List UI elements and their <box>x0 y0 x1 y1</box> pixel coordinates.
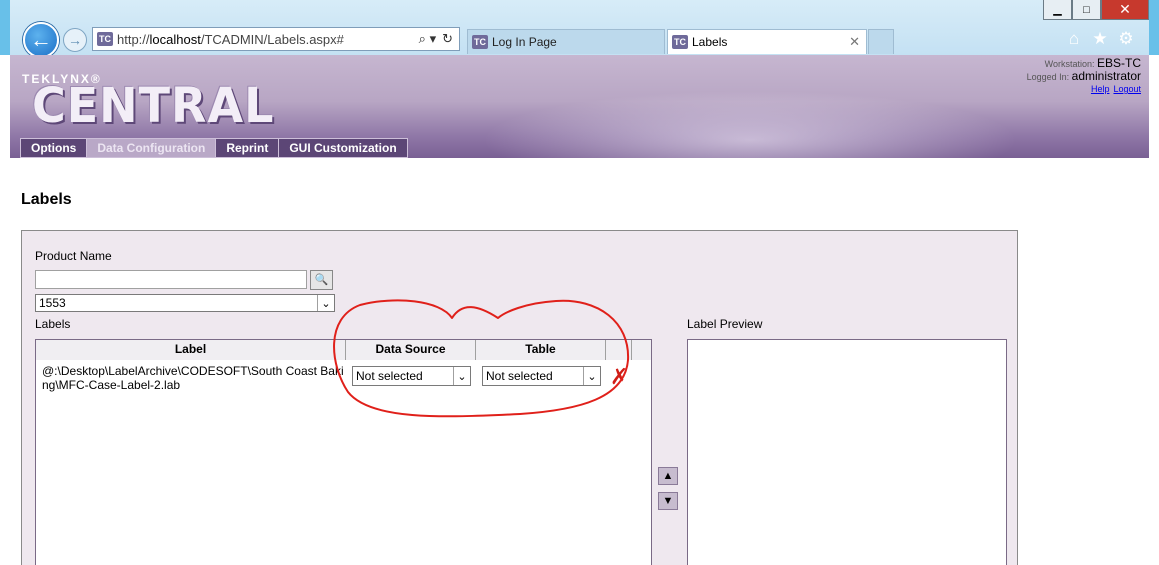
tab-labels[interactable]: TC Labels ✕ <box>667 29 867 54</box>
column-header-data-source: Data Source <box>346 340 476 360</box>
search-icon[interactable]: 🔍 <box>310 270 333 290</box>
address-url[interactable]: http://localhost/TCADMIN/Labels.aspx# <box>117 32 419 47</box>
header-banner: TEKLYNX® CENTRAL Workstation: EBS-TC Log… <box>10 55 1149 158</box>
star-icon[interactable]: ★ <box>1091 29 1109 49</box>
menu-reprint[interactable]: Reprint <box>215 138 280 158</box>
brand-logo: CENTRAL <box>32 77 275 134</box>
browser-tools: ⌂ ★ ⚙ <box>1065 29 1135 49</box>
search-icon[interactable]: ⌕ ▾ <box>419 31 436 47</box>
table-select[interactable]: Not selected ⌄ <box>482 366 601 386</box>
product-select-value: 1553 <box>39 296 66 310</box>
forward-arrow-icon[interactable]: → <box>63 28 87 52</box>
column-header-blank <box>606 340 632 360</box>
logout-link[interactable]: Logout <box>1113 84 1141 94</box>
tab-label: Labels <box>692 35 728 49</box>
tab-favicon-icon: TC <box>472 35 488 49</box>
labels-grid: Label Data Source Table @:\Desktop\Label… <box>35 339 652 565</box>
product-select[interactable]: 1553 ⌄ <box>35 294 335 312</box>
back-arrow-icon[interactable]: ← <box>23 22 59 58</box>
new-tab-button[interactable] <box>868 29 894 54</box>
logged-in-value: administrator <box>1071 69 1141 83</box>
chevron-down-icon: ⌄ <box>583 367 600 385</box>
chevron-down-icon: ⌄ <box>317 295 334 311</box>
site-favicon-icon: TC <box>97 32 113 46</box>
chevron-down-icon: ⌄ <box>453 367 470 385</box>
move-down-button[interactable]: ▼ <box>658 492 678 510</box>
column-header-blank <box>632 340 651 360</box>
labels-section-label: Labels <box>35 317 71 331</box>
maximize-icon[interactable]: □ <box>1072 0 1101 20</box>
user-info: Workstation: EBS-TC Logged In: administr… <box>1027 57 1141 95</box>
label-preview-label: Label Preview <box>687 317 763 331</box>
table-select-value: Not selected <box>486 369 553 383</box>
product-name-label: Product Name <box>35 249 112 263</box>
tab-favicon-icon: TC <box>672 35 688 49</box>
workstation-value: EBS-TC <box>1096 56 1141 70</box>
main-menu: Options Data Configuration Reprint GUI C… <box>20 138 408 158</box>
product-name-input[interactable] <box>35 270 307 289</box>
tab-label: Log In Page <box>492 35 557 49</box>
grid-header: Label Data Source Table <box>36 340 651 360</box>
browser-chrome: ▁ □ ✕ ← → TC http://localhost/TCADMIN/La… <box>0 0 1159 58</box>
menu-options[interactable]: Options <box>20 138 88 158</box>
tab-close-icon[interactable]: ✕ <box>849 34 860 50</box>
page-content: TEKLYNX® CENTRAL Workstation: EBS-TC Log… <box>10 55 1149 565</box>
tab-log-in-page[interactable]: TC Log In Page <box>467 29 665 54</box>
logged-in-label: Logged In: <box>1026 72 1070 82</box>
menu-data-configuration[interactable]: Data Configuration <box>86 138 217 158</box>
column-header-label: Label <box>36 340 346 360</box>
minimize-icon[interactable]: ▁ <box>1043 0 1072 20</box>
workstation-label: Workstation: <box>1044 59 1095 69</box>
refresh-icon[interactable]: ↻ <box>442 31 453 47</box>
label-preview-box <box>687 339 1007 565</box>
close-icon[interactable]: ✕ <box>1101 0 1149 20</box>
gear-icon[interactable]: ⚙ <box>1117 29 1135 49</box>
page-title: Labels <box>21 191 72 208</box>
help-link[interactable]: Help <box>1091 84 1110 94</box>
column-header-table: Table <box>476 340 606 360</box>
menu-gui-customization[interactable]: GUI Customization <box>278 138 408 158</box>
address-bar[interactable]: TC http://localhost/TCADMIN/Labels.aspx#… <box>92 27 460 51</box>
data-source-select-value: Not selected <box>356 369 423 383</box>
table-row-label-path: @:\Desktop\LabelArchive\CODESOFT\South C… <box>42 364 344 392</box>
move-up-button[interactable]: ▲ <box>658 467 678 485</box>
data-source-select[interactable]: Not selected ⌄ <box>352 366 471 386</box>
window-controls: ▁ □ ✕ <box>1043 0 1149 22</box>
labels-panel: Product Name 🔍 1553 ⌄ Labels Label Previ… <box>21 230 1018 565</box>
home-icon[interactable]: ⌂ <box>1065 29 1083 49</box>
delete-icon[interactable]: ✗ <box>610 366 628 388</box>
